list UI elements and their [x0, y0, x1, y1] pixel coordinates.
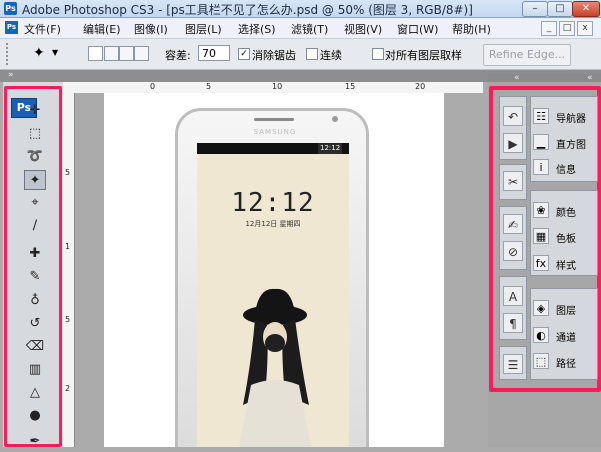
brush-tool-icon[interactable]: ✎: [24, 267, 46, 287]
healing-brush-tool-icon[interactable]: ✚: [24, 244, 46, 264]
phone-brand: SAMSUNG: [253, 128, 297, 136]
contiguous-label: 连续: [320, 49, 342, 62]
title-bar: Ps Adobe Photoshop CS3 - [ps工具栏不见了怎么办.ps…: [0, 0, 601, 18]
clone-source-icon[interactable]: ⊘: [503, 241, 523, 261]
sample-all-layers-checkbox[interactable]: [372, 48, 384, 60]
add-selection-icon[interactable]: [104, 46, 119, 61]
contiguous-checkbox[interactable]: [306, 48, 318, 60]
history-brush-tool-icon[interactable]: ↺: [24, 314, 46, 334]
character-icon[interactable]: A: [503, 286, 523, 306]
lockscreen-time: 12:12: [231, 188, 315, 218]
magic-wand-preset-icon[interactable]: ✦: [33, 45, 45, 61]
menu-select[interactable]: 选择(S): [238, 21, 276, 37]
ruler-left-label: 5: [65, 315, 71, 324]
clone-stamp-tool-icon[interactable]: ♁: [24, 291, 46, 311]
tolerance-label: 容差:: [165, 49, 191, 62]
magic-wand-tool-icon[interactable]: ✦: [24, 170, 46, 190]
ruler-top-label: 20: [415, 82, 426, 91]
marquee-tool-icon[interactable]: ⬚: [24, 124, 46, 144]
menu-edit[interactable]: 编辑(E): [83, 21, 121, 37]
close-button[interactable]: ✕: [572, 1, 600, 17]
crop-tool-icon[interactable]: ⌖: [24, 193, 46, 213]
antialias-label: 消除锯齿: [252, 49, 296, 62]
panel-tab-info[interactable]: 信息: [556, 161, 576, 176]
doc-restore-button[interactable]: □: [559, 21, 575, 36]
maximize-button[interactable]: □: [547, 1, 573, 17]
subtract-selection-icon[interactable]: [119, 46, 134, 61]
ruler-left-label: 2: [65, 384, 71, 393]
doc-minimize-button[interactable]: _: [541, 21, 557, 36]
gradient-tool-icon[interactable]: ▥: [24, 360, 46, 380]
panel-tab-color[interactable]: 颜色: [556, 204, 576, 219]
app-logo-icon: Ps: [4, 2, 17, 15]
info-icon[interactable]: i: [533, 159, 549, 175]
dodge-tool-icon[interactable]: ●: [24, 406, 46, 426]
eraser-tool-icon[interactable]: ⌫: [24, 337, 46, 357]
antialias-checkbox[interactable]: ✓: [238, 48, 250, 60]
brushes-icon[interactable]: ✍: [503, 214, 523, 234]
woman-hat-illustration: [239, 288, 311, 447]
menu-view[interactable]: 视图(V): [344, 21, 382, 37]
menu-filter[interactable]: 滤镜(T): [291, 21, 328, 37]
channels-icon[interactable]: ◐: [533, 327, 549, 343]
new-selection-icon[interactable]: [88, 46, 103, 61]
swatches-icon[interactable]: ▦: [533, 228, 549, 244]
toolbox-collapse-icon[interactable]: »: [8, 70, 14, 80]
ruler-top-label: 15: [345, 82, 356, 91]
pen-tool-icon[interactable]: ✒: [24, 432, 46, 452]
navigator-icon[interactable]: ☷: [533, 108, 549, 124]
color-icon[interactable]: ❀: [533, 202, 549, 218]
histogram-icon[interactable]: ▁: [533, 134, 549, 150]
blur-tool-icon[interactable]: △: [24, 383, 46, 403]
layer-comps-icon[interactable]: ☰: [503, 354, 523, 374]
ruler-left-label: 5: [65, 168, 71, 177]
lasso-tool-icon[interactable]: ➰: [24, 147, 46, 167]
ruler-left-label: 1: [65, 242, 71, 251]
doc-close-button[interactable]: x: [577, 21, 593, 36]
panel-tab-layers[interactable]: 图层: [556, 302, 576, 317]
preset-dropdown-icon[interactable]: ▼: [52, 48, 58, 57]
menu-image[interactable]: 图像(I): [134, 21, 168, 37]
panel-tab-styles[interactable]: 样式: [556, 257, 576, 272]
refine-edge-button[interactable]: Refine Edge...: [483, 44, 571, 66]
panel-tab-navigator[interactable]: 导航器: [556, 110, 586, 125]
ps-menu-icon[interactable]: Ps: [5, 21, 18, 34]
history-icon[interactable]: ↶: [503, 106, 523, 126]
panel-tab-paths[interactable]: 路径: [556, 355, 576, 370]
ruler-top-label: 10: [272, 82, 283, 91]
paths-icon[interactable]: ⬚: [533, 353, 549, 369]
menu-window[interactable]: 窗口(W): [397, 21, 438, 37]
minimize-button[interactable]: –: [522, 1, 548, 17]
panel-tab-histogram[interactable]: 直方图: [556, 136, 586, 151]
intersect-selection-icon[interactable]: [134, 46, 149, 61]
panel-tab-channels[interactable]: 通道: [556, 329, 576, 344]
layers-icon[interactable]: ◈: [533, 300, 549, 316]
phone-status-time: 12:12: [318, 143, 343, 154]
tolerance-input[interactable]: 70: [198, 45, 230, 61]
options-bar: ✦ ▼ 容差: 70 ✓ 消除锯齿 连续 对所有图层取样 Refine Edge…: [0, 39, 601, 70]
options-grip[interactable]: [6, 43, 18, 65]
panel-tab-swatches[interactable]: 色板: [556, 230, 576, 245]
tool-presets-icon[interactable]: ✂: [503, 171, 523, 191]
menu-layer[interactable]: 图层(L): [185, 21, 222, 37]
ruler-top-label: 0: [150, 82, 156, 91]
menu-bar: Ps 文件(F) 编辑(E) 图像(I) 图层(L) 选择(S) 滤镜(T) 视…: [0, 18, 601, 39]
slice-tool-icon[interactable]: ∕: [24, 216, 46, 236]
menu-help[interactable]: 帮助(H): [452, 21, 491, 37]
move-tool-icon[interactable]: ✛: [24, 101, 46, 121]
styles-icon[interactable]: fx: [533, 255, 549, 271]
phone-camera: [332, 116, 338, 122]
menu-file[interactable]: 文件(F): [24, 21, 61, 37]
window-title: Adobe Photoshop CS3 - [ps工具栏不见了怎么办.psd @…: [22, 3, 473, 17]
lockscreen-date: 12月12日 星期四: [245, 220, 301, 228]
phone-speaker: [254, 118, 294, 121]
ruler-vertical[interactable]: [63, 93, 75, 447]
actions-icon[interactable]: ▶: [503, 133, 523, 153]
sample-all-layers-label: 对所有图层取样: [385, 49, 462, 62]
ruler-top-label: 5: [206, 82, 212, 91]
paragraph-icon[interactable]: ¶: [503, 313, 523, 333]
